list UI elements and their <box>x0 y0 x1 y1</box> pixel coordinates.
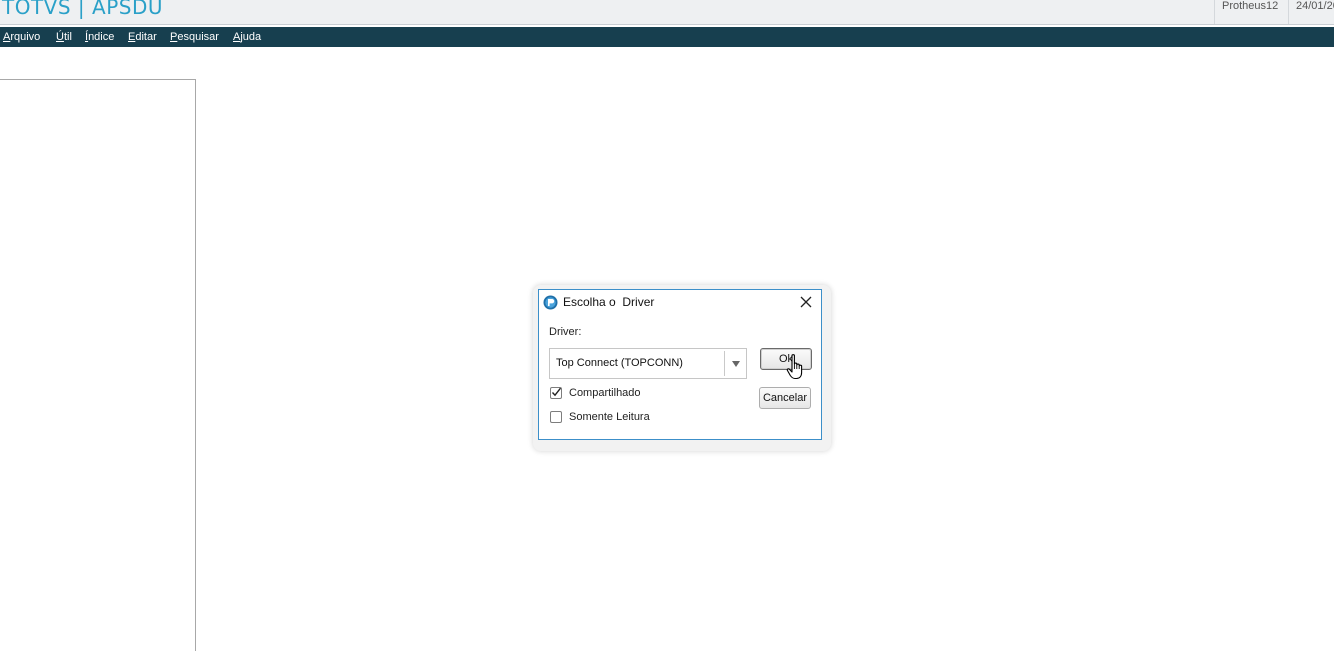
driver-select[interactable]: Top Connect (TOPCONN) <box>549 348 747 379</box>
protheus-app-icon <box>543 295 558 310</box>
choose-driver-dialog: Escolha o Driver Driver: Top Connect (TO… <box>538 289 822 440</box>
menu-arquivo[interactable]: Arquivo <box>3 30 40 44</box>
cancel-button[interactable]: Cancelar <box>759 387 811 409</box>
readonly-checkbox-label[interactable]: Somente Leitura <box>569 411 650 423</box>
menu-bar: Arquivo Útil Índice Editar Pesquisar Aju… <box>0 27 1334 47</box>
close-icon[interactable] <box>797 293 815 311</box>
date-status: 24/01/20 <box>1288 0 1334 24</box>
menu-ajuda[interactable]: Ajuda <box>233 30 261 44</box>
hand-pointer-cursor <box>786 354 803 380</box>
environment-status: Protheus12 <box>1214 0 1288 24</box>
checkmark-icon <box>551 387 562 397</box>
dropdown-arrow-icon[interactable] <box>730 359 742 369</box>
menu-pesquisar[interactable]: Pesquisar <box>170 30 219 44</box>
menu-indice[interactable]: Índice <box>85 30 114 44</box>
readonly-checkbox[interactable] <box>550 411 562 423</box>
apsdu-window: TOTVS | APSDU Protheus12 24/01/20 Arquiv… <box>0 0 1334 651</box>
select-divider <box>724 351 725 376</box>
dialog-title: Escolha o Driver <box>563 295 655 309</box>
menu-util[interactable]: Útil <box>56 30 72 44</box>
driver-select-value: Top Connect (TOPCONN) <box>556 357 683 369</box>
left-panel <box>0 79 196 651</box>
driver-label: Driver: <box>549 326 582 338</box>
menu-editar[interactable]: Editar <box>128 30 157 44</box>
app-title: TOTVS | APSDU <box>2 0 163 19</box>
shared-checkbox-label[interactable]: Compartilhado <box>569 387 641 399</box>
shared-checkbox[interactable] <box>550 387 562 399</box>
title-bar: TOTVS | APSDU Protheus12 24/01/20 <box>0 0 1334 25</box>
